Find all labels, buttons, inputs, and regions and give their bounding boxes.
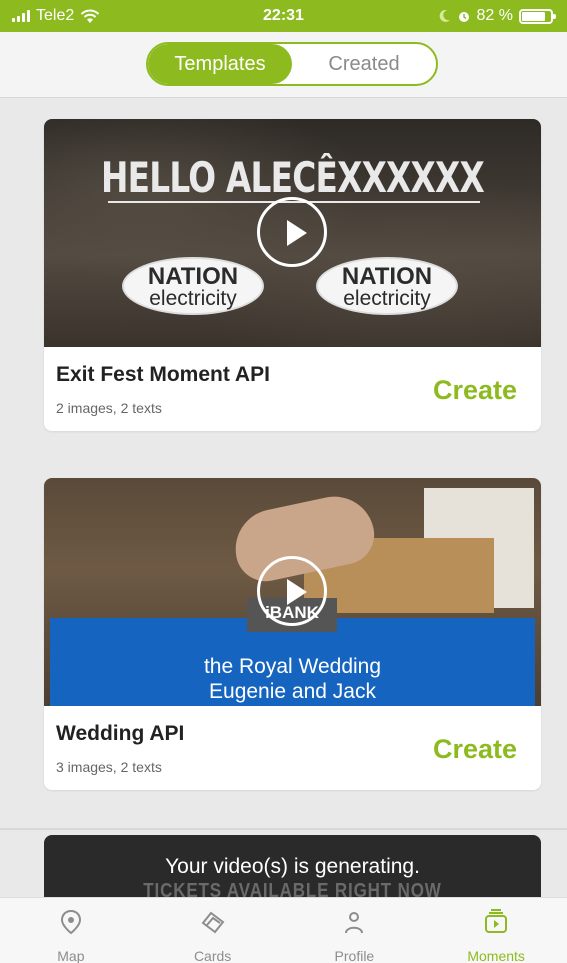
- status-right: 82 %: [439, 7, 556, 25]
- template-thumbnail[interactable]: HELLO ALECÊXXXXXX NATION electricity NAT…: [44, 119, 541, 347]
- toast-message: Your video(s) is generating.: [165, 855, 420, 878]
- thumbnail-headline: HELLO ALECÊXXXXXX: [101, 153, 485, 202]
- brand-logo: NATION electricity: [316, 257, 458, 315]
- create-button[interactable]: Create: [433, 734, 517, 765]
- tab-label: Map: [57, 948, 85, 963]
- play-icon[interactable]: [257, 556, 327, 626]
- tab-profile[interactable]: Profile: [284, 898, 426, 963]
- tab-map[interactable]: Map: [0, 898, 142, 963]
- tab-cards[interactable]: Cards: [142, 898, 284, 963]
- logo-line1: NATION: [341, 263, 433, 290]
- card-title: Exit Fest Moment API: [56, 363, 270, 386]
- create-button[interactable]: Create: [433, 375, 517, 406]
- moments-play-icon: [485, 909, 508, 933]
- profile-icon: [345, 912, 364, 934]
- card-title: Wedding API: [56, 722, 185, 745]
- map-pin-icon: [60, 909, 81, 935]
- segmented-control: Templates Created: [146, 42, 438, 86]
- tab-bar: Map Cards Profile Moments: [0, 897, 567, 963]
- brand-logo: NATION electricity: [122, 257, 264, 315]
- tab-label: Moments: [467, 948, 525, 963]
- template-thumbnail[interactable]: the Royal Wedding Eugenie and Jack iBANK: [44, 478, 541, 706]
- moon-icon: [439, 9, 450, 22]
- template-card[interactable]: HELLO ALECÊXXXXXX NATION electricity NAT…: [44, 119, 541, 431]
- card-body: Exit Fest Moment API 2 images, 2 texts C…: [44, 347, 541, 431]
- cards-icon: [201, 911, 225, 934]
- logo-line2: electricity: [149, 287, 237, 310]
- logo-line1: NATION: [147, 263, 239, 290]
- battery-icon: [519, 8, 556, 24]
- status-bar: Tele2 22:31 82 %: [0, 0, 567, 32]
- toast-background-text: TICKETS AVAILABLE RIGHT NOW: [143, 880, 442, 897]
- tab-moments[interactable]: Moments: [425, 898, 567, 963]
- banner-line: the Royal Wedding: [203, 655, 382, 678]
- template-card[interactable]: the Royal Wedding Eugenie and Jack iBANK…: [44, 478, 541, 790]
- card-meta: 2 images, 2 texts: [56, 400, 162, 416]
- card-body: Wedding API 3 images, 2 texts Create: [44, 706, 541, 790]
- header: Templates Created: [0, 32, 567, 98]
- generating-toast: TICKETS AVAILABLE RIGHT NOW Your video(s…: [44, 835, 541, 897]
- alarm-icon: [458, 12, 469, 22]
- divider: [0, 828, 567, 830]
- tab-label: Profile: [334, 948, 375, 963]
- play-icon[interactable]: [257, 197, 327, 267]
- banner-line: Eugenie and Jack: [209, 680, 376, 703]
- battery-percent: 82 %: [476, 7, 513, 24]
- logo-line2: electricity: [343, 287, 431, 310]
- tab-created[interactable]: Created: [292, 44, 436, 84]
- card-meta: 3 images, 2 texts: [56, 759, 162, 775]
- tab-label: Cards: [193, 948, 232, 963]
- tab-templates[interactable]: Templates: [148, 44, 292, 84]
